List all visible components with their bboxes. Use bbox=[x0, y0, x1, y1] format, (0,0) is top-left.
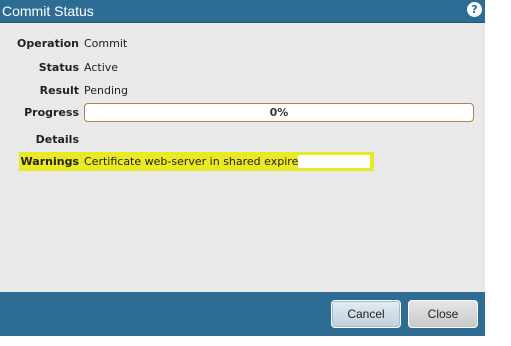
dialog-footer: Cancel Close bbox=[0, 292, 485, 336]
result-value: Pending bbox=[84, 84, 128, 97]
result-label: Result bbox=[39, 84, 79, 97]
warnings-label: Warnings bbox=[20, 155, 79, 168]
help-icon[interactable]: ? bbox=[467, 2, 482, 17]
redacted-date bbox=[298, 155, 370, 168]
cancel-button[interactable]: Cancel bbox=[331, 300, 401, 328]
status-value: Active bbox=[84, 61, 119, 74]
progress-percent: 0% bbox=[269, 106, 289, 119]
warnings-row: Warnings Certificate web-server in share… bbox=[0, 153, 485, 171]
status-row: Status Active bbox=[0, 59, 485, 77]
status-label: Status bbox=[38, 61, 79, 74]
details-row: Details bbox=[0, 131, 485, 149]
progress-label: Progress bbox=[24, 106, 79, 119]
operation-label: Operation bbox=[17, 37, 79, 50]
close-button[interactable]: Close bbox=[408, 300, 478, 328]
operation-value: Commit bbox=[84, 37, 128, 50]
details-label: Details bbox=[35, 133, 79, 146]
dialog-title: Commit Status bbox=[2, 3, 94, 19]
result-row: Result Pending bbox=[0, 82, 485, 100]
progress-bar: 0% bbox=[84, 103, 474, 122]
warnings-value: Certificate web-server in shared expired… bbox=[84, 155, 323, 168]
operation-row: Operation Commit bbox=[0, 35, 485, 53]
commit-status-dialog: Commit Status ? Operation Commit Status … bbox=[0, 0, 485, 336]
dialog-titlebar[interactable]: Commit Status ? bbox=[0, 0, 485, 23]
